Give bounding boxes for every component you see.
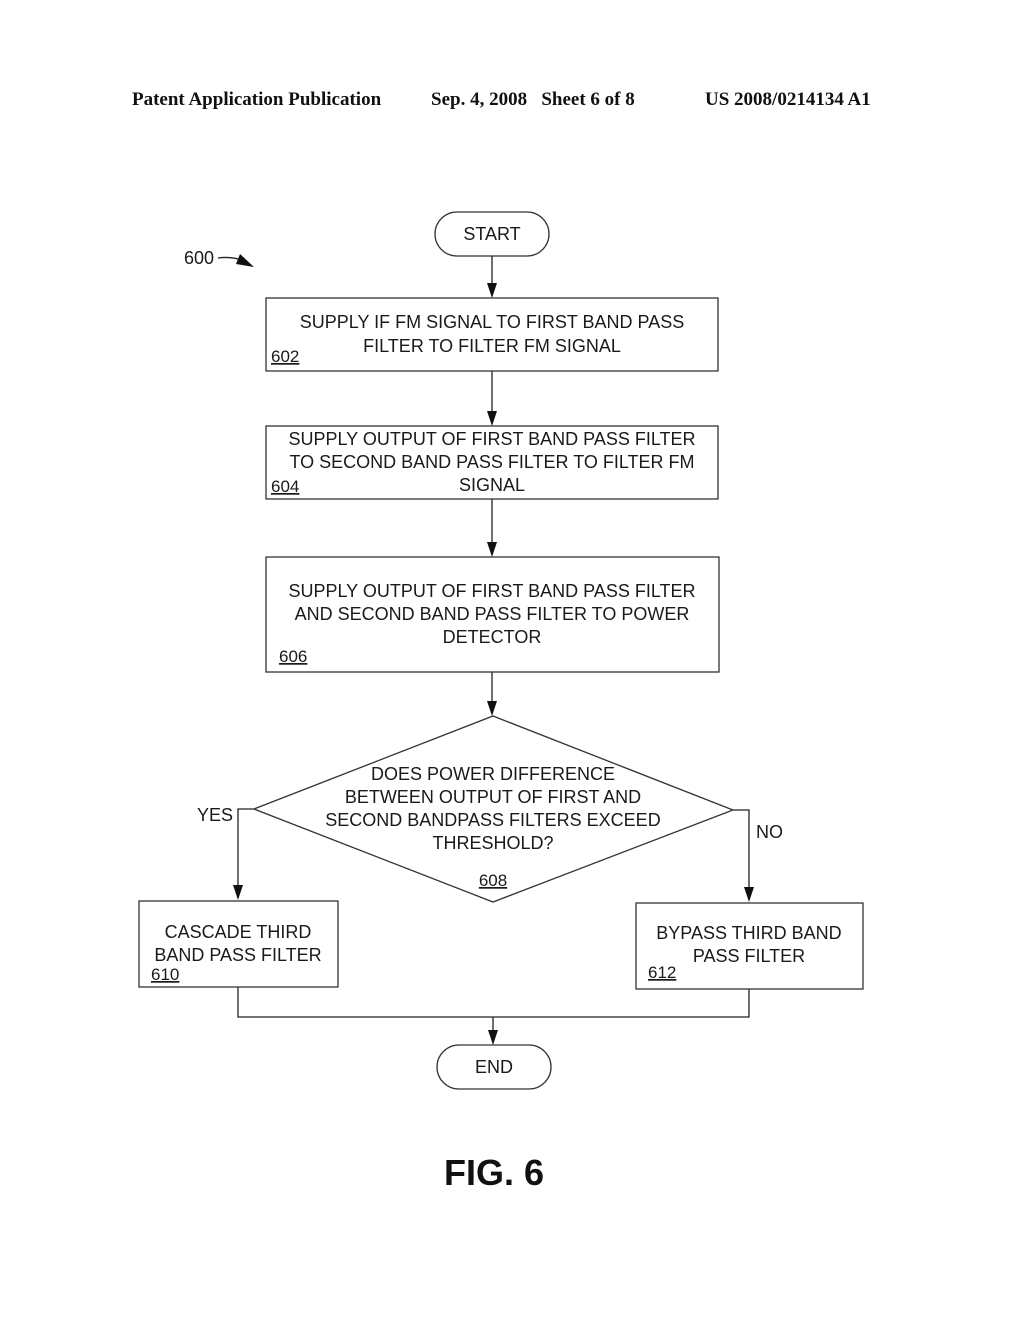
decision-text-line: BETWEEN OUTPUT OF FIRST AND xyxy=(345,787,641,807)
arrow-down-icon xyxy=(744,887,754,902)
step-text-line: BAND PASS FILTER xyxy=(154,945,321,965)
step-text-line: PASS FILTER xyxy=(693,946,805,966)
arrow-down-icon xyxy=(487,542,497,557)
end-terminal: END xyxy=(436,1044,552,1090)
step-ref-number: 610 xyxy=(151,965,179,984)
decision-608: DOES POWER DIFFERENCE BETWEEN OUTPUT OF … xyxy=(197,715,783,903)
arrow-down-icon xyxy=(488,1030,498,1045)
decision-ref-number: 608 xyxy=(479,871,507,890)
step-ref-number: 602 xyxy=(271,347,299,366)
arrow-down-icon xyxy=(487,283,497,298)
step-text-line: SUPPLY OUTPUT OF FIRST BAND PASS FILTER xyxy=(288,581,695,601)
step-text-line: SUPPLY OUTPUT OF FIRST BAND PASS FILTER xyxy=(288,429,695,449)
step-text-line: CASCADE THIRD xyxy=(165,922,312,942)
step-text-line: AND SECOND BAND PASS FILTER TO POWER xyxy=(295,604,690,624)
step-ref-number: 604 xyxy=(271,477,299,496)
yes-label: YES xyxy=(197,805,233,825)
ref-arrow-icon xyxy=(236,254,254,267)
step-text-line: DETECTOR xyxy=(443,627,542,647)
step-text-line: BYPASS THIRD BAND xyxy=(656,923,841,943)
start-label: START xyxy=(463,224,520,244)
step-text-line: TO SECOND BAND PASS FILTER TO FILTER FM xyxy=(289,452,694,472)
step-612: BYPASS THIRD BAND PASS FILTER 612 xyxy=(635,902,864,990)
arrow-down-icon xyxy=(233,885,243,900)
no-label: NO xyxy=(756,822,783,842)
end-label: END xyxy=(475,1057,513,1077)
arrow-down-icon xyxy=(487,701,497,716)
step-610: CASCADE THIRD BAND PASS FILTER 610 xyxy=(138,900,339,988)
step-text-line: FILTER TO FILTER FM SIGNAL xyxy=(363,336,621,356)
step-602: SUPPLY IF FM SIGNAL TO FIRST BAND PASS F… xyxy=(265,297,719,372)
step-606: SUPPLY OUTPUT OF FIRST BAND PASS FILTER … xyxy=(265,556,720,673)
figure-label: FIG. 6 xyxy=(444,1152,544,1193)
step-ref-number: 606 xyxy=(279,647,307,666)
step-ref-number: 612 xyxy=(648,963,676,982)
step-text-line: SIGNAL xyxy=(459,475,525,495)
decision-text-line: DOES POWER DIFFERENCE xyxy=(371,764,615,784)
diagram-ref-number: 600 xyxy=(184,248,214,268)
decision-text-line: SECOND BANDPASS FILTERS EXCEED xyxy=(325,810,660,830)
start-terminal: START xyxy=(434,211,550,257)
step-text-line: SUPPLY IF FM SIGNAL TO FIRST BAND PASS xyxy=(300,312,684,332)
flowchart: 600 START SUPPLY IF FM SIGNAL TO FIRST B… xyxy=(138,211,864,1193)
arrow-down-icon xyxy=(487,411,497,426)
decision-text-line: THRESHOLD? xyxy=(432,833,553,853)
step-604: SUPPLY OUTPUT OF FIRST BAND PASS FILTER … xyxy=(265,425,719,500)
